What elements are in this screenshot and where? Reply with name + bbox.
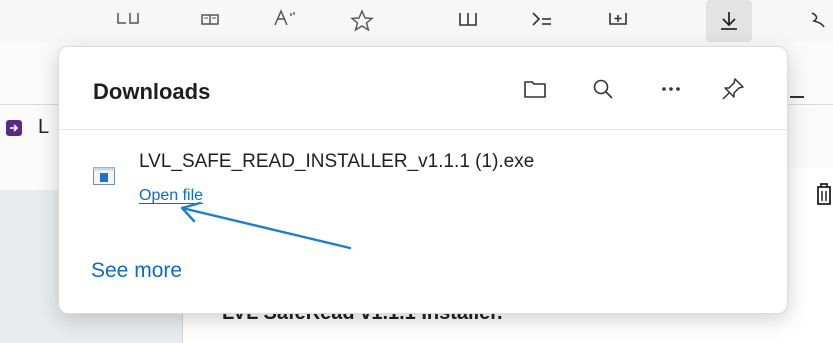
more-options-icon[interactable] — [653, 71, 689, 107]
extensions-icon[interactable] — [800, 0, 833, 40]
minimize-icon[interactable] — [790, 96, 804, 98]
downloads-icon[interactable] — [706, 0, 752, 42]
collections-icon[interactable] — [598, 0, 638, 40]
favorite-star-icon[interactable] — [342, 0, 382, 40]
read-aloud-icon[interactable] — [266, 0, 306, 40]
search-icon[interactable] — [585, 71, 621, 107]
flyout-divider — [59, 129, 787, 130]
see-more-link[interactable]: See more — [91, 259, 182, 283]
exe-file-icon — [93, 167, 115, 185]
page-text-fragment: L — [38, 116, 50, 138]
downloads-title: Downloads — [93, 79, 211, 104]
trash-icon[interactable] — [815, 182, 833, 211]
download-file-name: LVL_SAFE_READ_INSTALLER_v1.1.1 (1).exe — [139, 151, 535, 172]
folder-icon[interactable] — [517, 71, 553, 107]
browser-toolbar — [0, 0, 833, 42]
favorites-list-icon[interactable] — [522, 0, 562, 40]
immersive-reader-icon[interactable] — [190, 0, 230, 40]
downloads-flyout: Downloads LVL_SAFE_READ_INSTALLER_v1.1.1… — [58, 46, 788, 314]
split-window-icon[interactable] — [448, 0, 488, 40]
split-screen-icon[interactable] — [108, 0, 148, 40]
annotation-arrow — [180, 201, 352, 250]
pin-icon[interactable] — [715, 71, 751, 107]
extension-arrow-icon[interactable] — [6, 120, 22, 136]
